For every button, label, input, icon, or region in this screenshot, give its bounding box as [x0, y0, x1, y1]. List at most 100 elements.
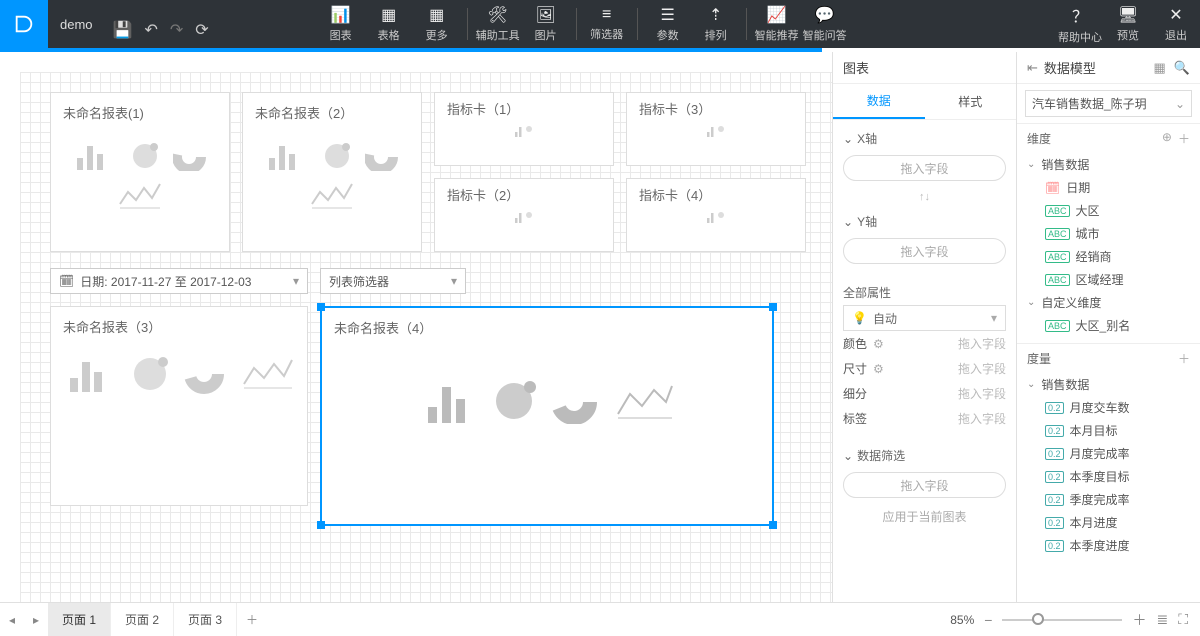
- widget-report-1[interactable]: 未命名报表(1): [50, 92, 230, 252]
- y-axis-label: Y轴: [857, 213, 877, 230]
- measure-m7[interactable]: 0.2本季度进度: [1027, 534, 1194, 557]
- x-axis-dropzone[interactable]: 拖入字段: [843, 155, 1006, 181]
- page-next[interactable]: ▸: [24, 613, 48, 627]
- panel-title: 图表: [843, 58, 869, 77]
- chevron-down-icon: ⌄: [1027, 297, 1035, 308]
- widget-title: 指标卡（2）: [447, 185, 601, 204]
- filter-dropzone[interactable]: 拖入字段: [843, 472, 1006, 498]
- tool-smartqa[interactable]: 💬智能问答: [801, 0, 849, 48]
- y-axis-dropzone[interactable]: 拖入字段: [843, 238, 1006, 264]
- chart-placeholder-icon: [486, 210, 563, 224]
- app-logo[interactable]: [0, 0, 48, 48]
- exit-button[interactable]: ✕退出: [1152, 0, 1200, 48]
- swap-axes-icon[interactable]: ↑↓: [833, 191, 1016, 203]
- widget-report-2[interactable]: 未命名报表（2）: [242, 92, 422, 252]
- page-tab-2[interactable]: 页面 2: [111, 603, 174, 636]
- save-icon[interactable]: 💾: [113, 20, 133, 40]
- undo-icon[interactable]: ↶: [144, 20, 157, 40]
- measure-m6[interactable]: 0.2本月进度: [1027, 511, 1194, 534]
- dimension-label: 维度: [1027, 130, 1051, 147]
- dim-city[interactable]: ABC城市: [1027, 222, 1194, 245]
- datasource-select[interactable]: 汽车销售数据_陈子玥 ⌄: [1025, 90, 1192, 117]
- measure-m2[interactable]: 0.2本月目标: [1027, 419, 1194, 442]
- collapse-icon[interactable]: ⇤: [1027, 60, 1038, 76]
- dim-area-mgr[interactable]: ABC区域经理: [1027, 268, 1194, 291]
- dim-date[interactable]: 🗓日期: [1027, 176, 1194, 199]
- zoom-slider[interactable]: [1002, 619, 1122, 621]
- preview-button[interactable]: 🖥预览: [1104, 0, 1152, 48]
- refresh-icon[interactable]: ⟳: [195, 20, 208, 40]
- share-icon: ⇡: [709, 5, 722, 25]
- search-icon[interactable]: 🔍: [1174, 60, 1190, 76]
- attr-label[interactable]: 标签拖入字段: [843, 406, 1006, 431]
- chat-icon: 💬: [815, 5, 835, 25]
- widget-indicator-4[interactable]: 指标卡（4）: [626, 178, 806, 252]
- attr-detail[interactable]: 细分拖入字段: [843, 381, 1006, 406]
- chart-placeholder-icon: [63, 354, 295, 394]
- widget-indicator-1[interactable]: 指标卡（1）: [434, 92, 614, 166]
- chevron-down-icon: ⌄: [1027, 379, 1035, 390]
- chevron-down-icon: ⌄: [843, 215, 853, 229]
- measure-m3[interactable]: 0.2月度完成率: [1027, 442, 1194, 465]
- dim-region-alias[interactable]: ABC大区_别名: [1027, 314, 1194, 337]
- grid-icon[interactable]: ▦: [1154, 60, 1166, 76]
- add-page-button[interactable]: ＋: [237, 603, 267, 636]
- tool-aux[interactable]: 🛠辅助工具: [474, 0, 522, 48]
- dim-dealer[interactable]: ABC经销商: [1027, 245, 1194, 268]
- globe-icon[interactable]: ⊕: [1162, 130, 1172, 147]
- table-icon: ▦: [381, 5, 396, 25]
- attr-color[interactable]: 颜色⚙拖入字段: [843, 331, 1006, 356]
- page-prev[interactable]: ◂: [0, 613, 24, 627]
- tool-chart[interactable]: 📊图表: [317, 0, 365, 48]
- attr-size[interactable]: 尺寸⚙拖入字段: [843, 356, 1006, 381]
- widget-indicator-3[interactable]: 指标卡（3）: [626, 92, 806, 166]
- page-tab-3[interactable]: 页面 3: [174, 603, 237, 636]
- measure-group-sales[interactable]: ⌄销售数据: [1027, 373, 1194, 396]
- widget-title: 指标卡（4）: [639, 185, 793, 204]
- tool-table[interactable]: ▦表格: [365, 0, 413, 48]
- widget-report-4[interactable]: 未命名报表（4）: [320, 306, 774, 526]
- plus-icon[interactable]: ＋: [1178, 130, 1190, 147]
- tool-smartrec[interactable]: 📈智能推荐: [753, 0, 801, 48]
- widget-report-3[interactable]: 未命名报表（3）: [50, 306, 308, 506]
- resize-handle[interactable]: [769, 303, 777, 311]
- tool-more[interactable]: ▦更多: [413, 0, 461, 48]
- page-tab-1[interactable]: 页面 1: [48, 603, 111, 636]
- resize-handle[interactable]: [317, 521, 325, 529]
- tool-sort[interactable]: ⇡排列: [692, 0, 740, 48]
- measure-m4[interactable]: 0.2本季度目标: [1027, 465, 1194, 488]
- help-button[interactable]: ？帮助中心: [1056, 0, 1104, 48]
- widget-indicator-2[interactable]: 指标卡（2）: [434, 178, 614, 252]
- tool-image[interactable]: 🖼图片: [522, 0, 570, 48]
- top-bar: demo 💾 ↶ ↷ ⟳ 📊图表 ▦表格 ▦更多 🛠辅助工具 🖼图片 ≡筛选器 …: [0, 0, 1200, 48]
- tool-filter[interactable]: ≡筛选器: [583, 0, 631, 48]
- measure-m1[interactable]: 0.2月度交车数: [1027, 396, 1194, 419]
- dim-region[interactable]: ABC大区: [1027, 199, 1194, 222]
- plus-icon[interactable]: ＋: [1178, 350, 1190, 367]
- tool-param[interactable]: ☰参数: [644, 0, 692, 48]
- dim-group-sales[interactable]: ⌄销售数据: [1027, 153, 1194, 176]
- filter-icon: ≡: [602, 6, 611, 24]
- abc-icon: ABC: [1045, 251, 1070, 263]
- fullscreen-icon[interactable]: ⛶: [1178, 611, 1188, 628]
- zoom-out-button[interactable]: −: [984, 612, 992, 628]
- resize-handle[interactable]: [769, 521, 777, 529]
- number-icon: 0.2: [1045, 425, 1064, 437]
- canvas-area[interactable]: 未命名报表(1) 未命名报表（2） 指标卡（1）: [0, 52, 832, 602]
- custom-dim-group[interactable]: ⌄自定义维度: [1027, 291, 1194, 314]
- apply-current-label: 应用于当前图表: [843, 502, 1006, 531]
- measure-m5[interactable]: 0.2季度完成率: [1027, 488, 1194, 511]
- number-icon: 0.2: [1045, 471, 1064, 483]
- list-filter[interactable]: 列表筛选器 ▾: [320, 268, 466, 294]
- tab-style[interactable]: 样式: [925, 84, 1017, 119]
- zoom-knob[interactable]: [1032, 613, 1044, 625]
- zoom-in-button[interactable]: ＋: [1132, 610, 1146, 630]
- date-filter-label: 日期: 2017-11-27 至 2017-12-03: [80, 273, 251, 290]
- tab-data[interactable]: 数据: [833, 84, 925, 119]
- number-icon: 0.2: [1045, 494, 1064, 506]
- auto-select[interactable]: 💡 自动 ▾: [843, 305, 1006, 331]
- date-filter[interactable]: 🗓 日期: 2017-11-27 至 2017-12-03 ▾: [50, 268, 308, 294]
- fit-width-icon[interactable]: ≣: [1156, 611, 1168, 628]
- redo-icon[interactable]: ↷: [170, 20, 183, 40]
- resize-handle[interactable]: [317, 303, 325, 311]
